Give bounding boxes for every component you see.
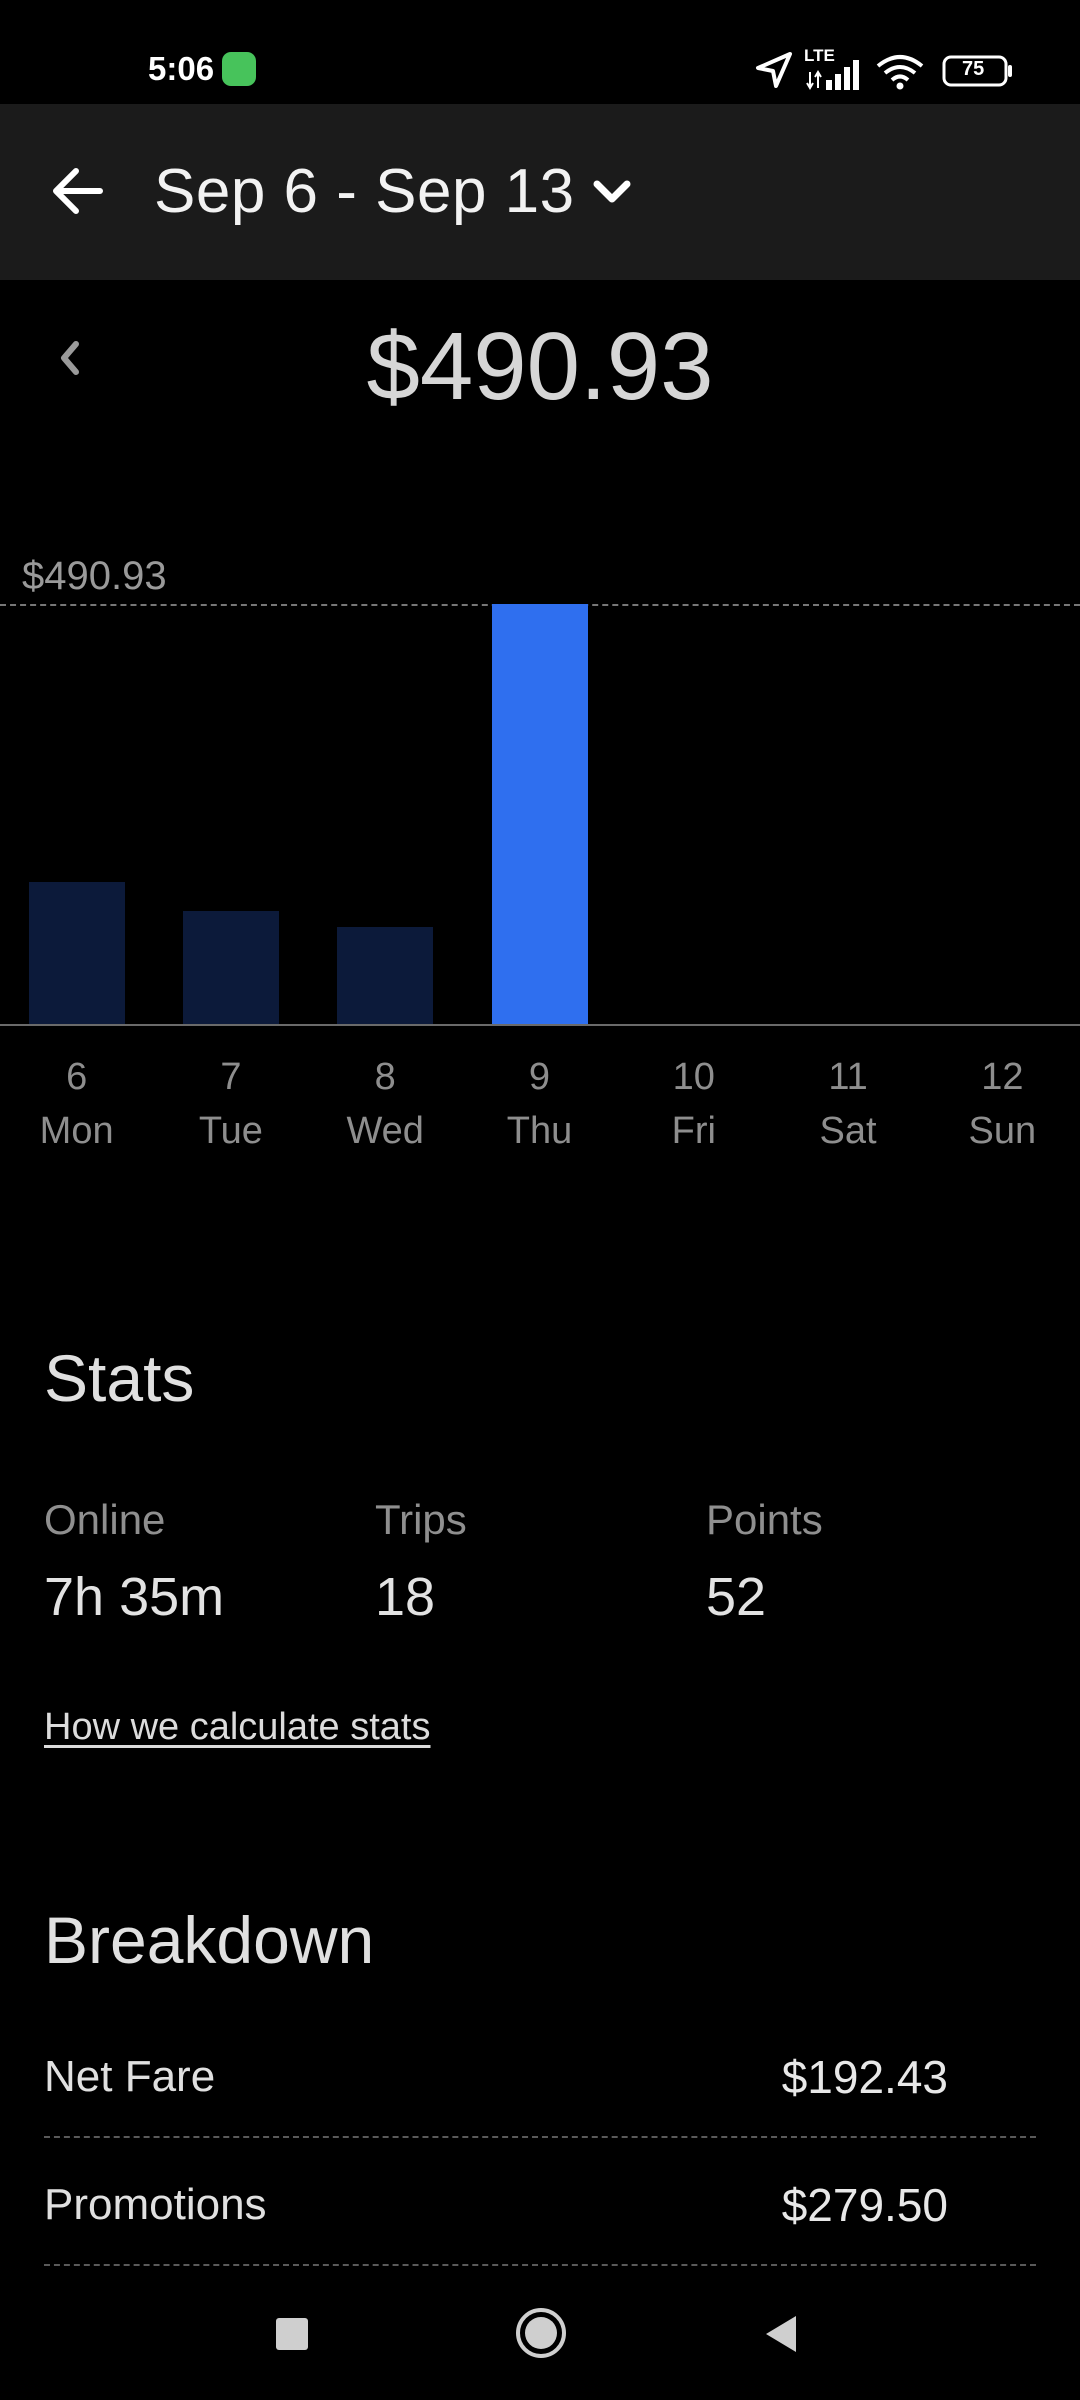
breakdown-row-net-fare[interactable]: Net Fare $192.43: [44, 2010, 1036, 2138]
status-time: 5:06: [148, 50, 215, 87]
chart-day-label[interactable]: 12 Sun: [942, 1050, 1062, 1158]
stat-trips-label: Trips: [375, 1496, 467, 1543]
chart-day-weekday: Thu: [506, 1110, 573, 1152]
chart-day-weekday: Sun: [968, 1110, 1037, 1152]
chart-day-date: 7: [220, 1056, 242, 1098]
chart-day-weekday: Mon: [39, 1110, 114, 1152]
back-triangle-icon[interactable]: [762, 2314, 800, 2354]
recents-square-icon[interactable]: [274, 2316, 310, 2352]
stat-points-label: Points: [706, 1496, 823, 1543]
system-nav-bar: [0, 2270, 1080, 2400]
earnings-screen: 5:06 LTE 75 Sep 6 - Sep 13 $490.93 $490.…: [0, 0, 1080, 2400]
chart-day-date: 8: [374, 1056, 396, 1098]
breakdown-row-label: Net Fare: [44, 2052, 216, 2101]
chart-max-label: $490.93: [22, 554, 167, 598]
chart-bar-wed[interactable]: [337, 927, 434, 1024]
breakdown-row-label: Promotions: [44, 2180, 267, 2229]
stat-trips-value: 18: [375, 1567, 436, 1627]
chart-bar-thu[interactable]: [491, 604, 588, 1024]
stats-title: Stats: [44, 1341, 195, 1415]
stat-online-value: 7h 35m: [44, 1567, 225, 1627]
week-header: Sep 6 - Sep 13: [0, 104, 1080, 280]
chart-day-label[interactable]: 8 Wed: [325, 1050, 445, 1158]
status-bar: 5:06 LTE 75: [0, 0, 1080, 104]
chart-day-label[interactable]: 10 Fri: [634, 1050, 754, 1158]
chart-day-date: 10: [672, 1056, 715, 1098]
chart-day-date: 11: [828, 1056, 868, 1098]
chart-day-weekday: Wed: [346, 1110, 424, 1152]
chart-baseline: [0, 1024, 1080, 1026]
chevron-down-icon[interactable]: [592, 178, 632, 206]
breakdown-row-value: $192.43: [781, 2051, 948, 2103]
row-divider: [44, 2264, 1036, 2266]
back-arrow-icon[interactable]: [50, 166, 104, 216]
signal-icon: [806, 60, 859, 90]
chart-bar-tue[interactable]: [182, 911, 279, 1024]
chart-bar-mon[interactable]: [28, 882, 125, 1024]
chart-day-date: 9: [528, 1056, 551, 1098]
wifi-icon: [876, 55, 924, 90]
chart-day-date: 6: [66, 1056, 88, 1098]
week-range-title[interactable]: Sep 6 - Sep 13: [154, 156, 575, 227]
stat-points-value: 52: [706, 1567, 767, 1627]
chart-day-weekday: Sat: [819, 1110, 877, 1152]
status-icons: LTE 75: [754, 46, 1024, 94]
app-notification-icon: [222, 52, 256, 86]
breakdown-title: Breakdown: [44, 1903, 375, 1977]
chart-day-weekday: Fri: [671, 1110, 716, 1152]
how-we-calculate-link[interactable]: How we calculate stats: [44, 1706, 431, 1749]
breakdown-row-promotions[interactable]: Promotions $279.50: [44, 2138, 1036, 2266]
stat-online-label: Online: [44, 1496, 166, 1543]
chart-day-label[interactable]: 7 Tue: [171, 1050, 291, 1158]
home-circle-icon[interactable]: [514, 2306, 568, 2360]
chart-day-weekday: Tue: [198, 1110, 263, 1152]
chart-day-label[interactable]: 9 Thu: [480, 1050, 600, 1158]
breakdown-row-value: $279.50: [781, 2179, 948, 2231]
location-icon: [756, 52, 792, 88]
weekly-total: $490.93: [366, 313, 714, 420]
chart-day-label[interactable]: 11 Sat: [788, 1050, 908, 1158]
chart-day-date: 12: [981, 1056, 1024, 1098]
chart-day-label[interactable]: 6 Mon: [17, 1050, 137, 1158]
battery-level: 75: [962, 58, 985, 80]
earnings-bar-chart: $490.93 6 Mon 7 Tue 8 Wed 9 Thu 10 Fri 11 Sat 12 Sun: [0, 540, 1080, 1160]
